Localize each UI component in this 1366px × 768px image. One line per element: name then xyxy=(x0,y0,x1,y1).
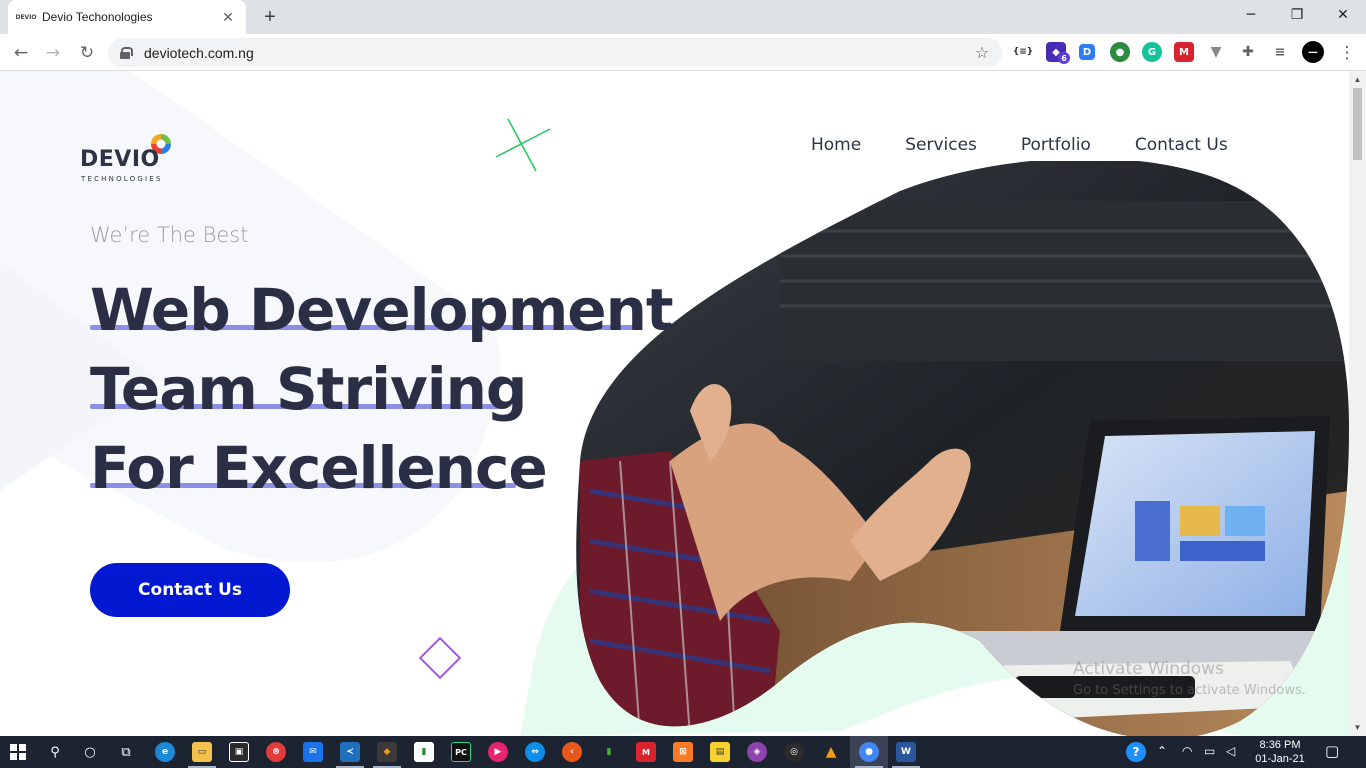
headline-line-1: Web Development xyxy=(90,276,674,344)
close-window-icon[interactable]: ✕ xyxy=(1320,0,1366,30)
back-icon[interactable]: ← xyxy=(8,40,34,66)
file-explorer-icon[interactable]: ▭ xyxy=(192,742,212,762)
activate-windows-watermark: Activate Windows xyxy=(1073,659,1224,679)
chrome-icon[interactable]: ● xyxy=(859,742,879,762)
pycharm-icon[interactable]: PC xyxy=(451,742,471,762)
hero-image xyxy=(520,161,1349,736)
battery-icon[interactable]: ▭ xyxy=(1204,744,1215,758)
vscode-icon[interactable]: ≺ xyxy=(340,742,360,762)
browser-tab[interactable]: DEVIO Devio Techonologies ✕ xyxy=(8,0,246,34)
bookmark-star-icon[interactable]: ☆ xyxy=(970,43,994,62)
activate-windows-subtext: Go to Settings to activate Windows. xyxy=(1073,683,1306,698)
sticky-notes-icon[interactable]: ▤ xyxy=(710,742,730,762)
logo-subtext: TECHNOLOGIES xyxy=(81,175,163,183)
obs-icon[interactable]: ◎ xyxy=(784,742,804,762)
site-logo[interactable]: DEVIO TECHNOLOGIES xyxy=(80,133,180,188)
vlc-icon[interactable]: ▲ xyxy=(821,742,841,762)
reading-list-icon[interactable]: ≡ xyxy=(1270,42,1290,62)
lock-icon xyxy=(120,46,133,59)
restore-icon[interactable]: ❐ xyxy=(1274,0,1320,30)
hero-tagline: We’re The Best xyxy=(90,223,249,247)
v-extension-icon[interactable]: ▼ xyxy=(1206,42,1226,62)
scroll-thumb[interactable] xyxy=(1353,88,1362,160)
extension-badge: 6 xyxy=(1058,52,1070,64)
site-favicon-icon: DEVIO xyxy=(15,13,37,21)
show-hidden-icons[interactable]: ⌃ xyxy=(1157,744,1167,758)
teamviewer-icon[interactable]: ⇔ xyxy=(525,742,545,762)
reload-icon[interactable]: ↻ xyxy=(74,40,100,66)
nav-home[interactable]: Home xyxy=(811,135,861,155)
clock-time: 8:36 PM xyxy=(1259,739,1301,751)
mendeley-icon[interactable]: M xyxy=(1174,42,1194,62)
nav-portfolio[interactable]: Portfolio xyxy=(1021,135,1091,155)
volume-icon[interactable]: ◁ xyxy=(1226,744,1235,758)
nav-services[interactable]: Services xyxy=(905,135,977,155)
new-tab-button[interactable]: + xyxy=(258,5,282,29)
cortana-icon[interactable]: ○ xyxy=(78,740,102,764)
main-nav: Home Services Portfolio Contact Us xyxy=(811,135,1228,155)
help-icon[interactable]: ? xyxy=(1126,742,1146,762)
windows-start-icon[interactable] xyxy=(10,744,26,760)
tab-title: Devio Techonologies xyxy=(42,10,153,24)
contact-us-button[interactable]: Contact Us xyxy=(90,563,290,617)
orange-app-icon[interactable]: ‹ xyxy=(562,742,582,762)
minimize-icon[interactable]: ─ xyxy=(1228,0,1274,30)
tab-close-icon[interactable]: ✕ xyxy=(220,9,236,25)
globe-extension-icon[interactable]: ● xyxy=(1110,42,1130,62)
mongodb-icon[interactable]: ▮ xyxy=(599,742,619,762)
wifi-icon[interactable]: ◠ xyxy=(1182,744,1192,758)
logo-wordmark: DEVIO xyxy=(80,147,160,172)
media-player-icon[interactable]: ▶ xyxy=(488,742,508,762)
search-icon[interactable]: ⚲ xyxy=(43,740,67,764)
git-icon[interactable]: ◆ xyxy=(377,742,397,762)
address-bar[interactable]: deviotech.com.ng ☆ xyxy=(108,38,1002,67)
red-app-icon[interactable]: ⊛ xyxy=(266,742,286,762)
grammarly-icon[interactable]: G xyxy=(1142,42,1162,62)
taskbar-clock[interactable]: 8:36 PM 01-Jan-21 xyxy=(1248,738,1312,766)
mail-icon[interactable]: ✉ xyxy=(303,742,323,762)
notepad-icon[interactable]: ▮ xyxy=(414,742,434,762)
diamond-decoration-icon xyxy=(418,636,462,680)
extensions-puzzle-icon[interactable]: ✚ xyxy=(1238,42,1258,62)
word-icon[interactable]: W xyxy=(896,742,916,762)
notifications-icon[interactable]: ▢ xyxy=(1325,742,1339,760)
nav-contact-us[interactable]: Contact Us xyxy=(1135,135,1228,155)
gem-app-icon[interactable]: ◈ xyxy=(747,742,767,762)
browser-menu-icon[interactable]: ⋮ xyxy=(1334,40,1360,66)
store-icon[interactable]: ▣ xyxy=(229,742,249,762)
clock-date: 01-Jan-21 xyxy=(1255,753,1305,765)
web-page: DEVIO TECHNOLOGIES Home Services Portfol… xyxy=(0,71,1349,736)
json-viewer-icon[interactable]: {≡} xyxy=(1013,42,1033,62)
xampp-icon[interactable]: ⊠ xyxy=(673,742,693,762)
forward-icon[interactable]: → xyxy=(40,40,66,66)
url-text[interactable]: deviotech.com.ng xyxy=(144,45,970,61)
page-scrollbar[interactable]: ▲ ▼ xyxy=(1349,71,1366,736)
dashlane-icon[interactable]: D xyxy=(1079,44,1095,60)
profile-avatar-icon[interactable]: — xyxy=(1302,41,1324,63)
scroll-up-icon[interactable]: ▲ xyxy=(1349,71,1366,88)
m-app-icon[interactable]: M xyxy=(636,742,656,762)
browser-toolbar: ← → ↻ deviotech.com.ng ☆ {≡} ◆ 6 D ● G M… xyxy=(0,34,1366,71)
tab-strip: DEVIO Devio Techonologies ✕ + ─ ❐ ✕ xyxy=(0,0,1366,34)
task-view-icon[interactable]: ⧉ xyxy=(114,740,138,764)
edge-icon[interactable]: e xyxy=(155,742,175,762)
windows-taskbar: ⚲ ○ ⧉ e ▭ ▣ ⊛ ✉ ≺ ◆ ▮ PC ▶ ⇔ ‹ ▮ M ⊠ ▤ ◈… xyxy=(0,736,1366,768)
scroll-down-icon[interactable]: ▼ xyxy=(1349,719,1366,736)
